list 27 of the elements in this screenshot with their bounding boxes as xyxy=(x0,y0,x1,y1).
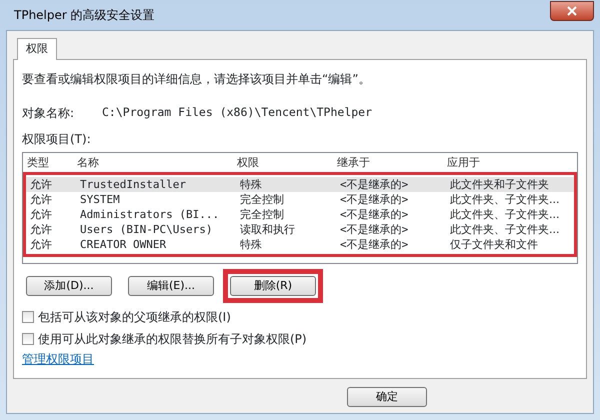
list-label: 权限项目(T): xyxy=(22,130,92,148)
checkbox-label: 使用可从此对象继承的权限替换所有子对象权限(P) xyxy=(38,331,307,348)
ok-button[interactable]: 确定 xyxy=(347,386,427,407)
object-path: C:\Program Files (x86)\Tencent\TPhelper xyxy=(102,104,372,120)
close-icon xyxy=(567,6,577,16)
table-row[interactable]: 允许 TrustedInstaller 特殊 <不是继承的> 此文件夹和子文件夹 xyxy=(26,177,574,192)
tab[interactable]: 权限 xyxy=(17,38,57,60)
instruction-text: 要查看或编辑权限项目的详细信息，请选择该项目并单击“编辑”。 xyxy=(22,70,372,88)
close-button[interactable] xyxy=(550,1,594,21)
table-row[interactable]: 允许 CREATOR OWNER 特殊 <不是继承的> 仅子文件夹和文件 xyxy=(26,237,574,252)
column-header[interactable]: 权限 xyxy=(233,154,333,171)
object-name-label: 对象名称: xyxy=(22,104,76,122)
column-header[interactable]: 应用于 xyxy=(443,154,577,171)
column-header[interactable]: 类型 xyxy=(23,154,73,171)
table-row[interactable]: 允许 Users (BIN-PC\Users) 读取和执行 <不是继承的> 此文件夹、子文件夹... xyxy=(26,222,574,237)
column-header[interactable]: 名称 xyxy=(73,154,233,171)
dialog-button[interactable]: 编辑(E)... xyxy=(128,276,214,296)
checkbox[interactable] xyxy=(22,311,34,323)
dialog-button[interactable]: 删除(R) xyxy=(230,276,316,296)
checkbox-label: 包括可从该对象的父项继承的权限(I) xyxy=(38,309,231,326)
column-header[interactable]: 继承于 xyxy=(333,154,443,171)
table-row[interactable]: 允许 Administrators (BI... 完全控制 <不是继承的> 此文件夹、子文件夹... xyxy=(26,207,574,222)
window-title: TPhelper 的高级安全设置 xyxy=(13,7,155,24)
manage-permissions-link[interactable]: 管理权限项目 xyxy=(22,352,94,366)
dialog-button[interactable]: 添加(D)... xyxy=(26,276,112,296)
table-row[interactable]: 允许 SYSTEM 完全控制 <不是继承的> 此文件夹、子文件夹... xyxy=(26,192,574,207)
checkbox[interactable] xyxy=(22,333,34,345)
